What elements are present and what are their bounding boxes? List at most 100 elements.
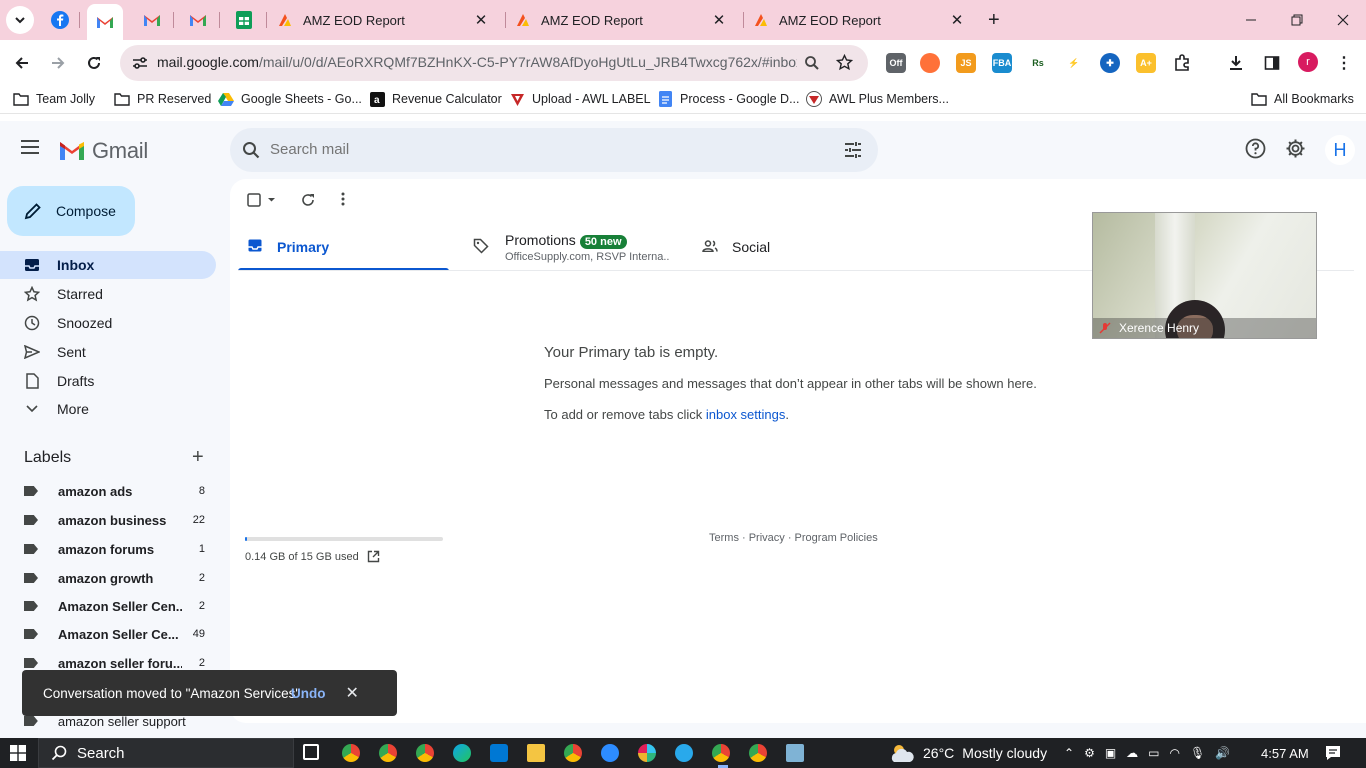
zoom-icon[interactable]	[804, 55, 820, 71]
telegram-icon[interactable]	[675, 744, 693, 762]
file-explorer-icon[interactable]	[527, 744, 545, 762]
extension-globe-icon[interactable]: ✚	[1100, 53, 1120, 73]
nav-drafts[interactable]: Drafts	[0, 367, 216, 395]
close-icon[interactable]: ✕	[949, 11, 965, 29]
close-icon[interactable]: ✕	[473, 11, 489, 29]
chrome-icon[interactable]	[379, 744, 397, 762]
tab-primary[interactable]: Primary	[238, 221, 449, 271]
edge-icon[interactable]	[453, 744, 471, 762]
clock[interactable]: 4:57 AM	[1261, 738, 1309, 768]
create-label-button[interactable]: +	[192, 447, 204, 467]
select-all-checkbox[interactable]	[247, 193, 277, 207]
extension-off-icon[interactable]: Off	[886, 53, 906, 73]
settings-button[interactable]	[1285, 138, 1306, 159]
all-bookmarks[interactable]: All Bookmarks	[1251, 91, 1354, 107]
bookmark-pr-reserved[interactable]: PR Reserved	[114, 91, 211, 107]
account-avatar[interactable]: H	[1325, 135, 1355, 165]
side-panel-icon[interactable]	[1262, 53, 1282, 73]
weather-widget[interactable]: 26°C Mostly cloudy	[888, 738, 1047, 768]
label-item[interactable]: amazon growth 2	[0, 564, 216, 592]
tab-promotions[interactable]: Promotions 50 new OfficeSupply.com, RSVP …	[457, 221, 670, 271]
wifi-icon[interactable]: ◠	[1170, 746, 1180, 760]
bookmark-google-sheets[interactable]: Google Sheets - Go...	[218, 91, 362, 107]
nav-starred[interactable]: Starred	[0, 280, 216, 308]
nav-sent[interactable]: Sent	[0, 338, 216, 366]
reload-button[interactable]	[82, 51, 106, 75]
forward-button[interactable]	[46, 51, 70, 75]
start-button[interactable]	[10, 745, 26, 761]
label-item[interactable]: Amazon Seller Cen... 2	[0, 592, 216, 620]
gmail-logo[interactable]: Gmail	[58, 138, 148, 164]
browser-tab-amz-eod-1[interactable]: AMZ EOD Report ✕	[277, 6, 489, 34]
main-menu-button[interactable]	[21, 140, 39, 154]
extension-scout-icon[interactable]: A+	[1136, 53, 1156, 73]
close-window-button[interactable]	[1320, 0, 1366, 40]
chevron-up-icon[interactable]: ⌃	[1064, 746, 1074, 760]
task-view-icon[interactable]	[303, 744, 319, 760]
volume-icon[interactable]: 🔊	[1215, 746, 1230, 760]
browser-tab-amz-eod-3[interactable]: AMZ EOD Report ✕	[753, 6, 965, 34]
nav-snoozed[interactable]: Snoozed	[0, 309, 216, 337]
onedrive-icon[interactable]: ☁	[1126, 746, 1138, 760]
support-button[interactable]	[1245, 138, 1266, 159]
extension-lock-icon[interactable]: ⚡	[1064, 53, 1084, 73]
notepad-icon[interactable]	[786, 744, 804, 762]
nav-more[interactable]: More	[0, 395, 216, 423]
extensions-puzzle-icon[interactable]	[1172, 53, 1192, 73]
bookmark-awl-plus[interactable]: AWL Plus Members...	[806, 91, 949, 107]
restore-button[interactable]	[1274, 0, 1320, 40]
bookmark-process-google-docs[interactable]: Process - Google D...	[657, 91, 800, 107]
address-bar[interactable]: mail.google.com/mail/u/0/d/AEoRXRQMf7BZH…	[120, 45, 868, 81]
label-item[interactable]: amazon forums 1	[0, 535, 216, 563]
bookmark-team-jolly[interactable]: Team Jolly	[13, 91, 95, 107]
download-icon[interactable]	[1226, 53, 1246, 73]
extension-fba-icon[interactable]: FBA	[992, 53, 1012, 73]
search-input[interactable]	[270, 141, 830, 158]
meet-icon[interactable]: ▣	[1105, 746, 1116, 760]
browser-tab-amz-eod-2[interactable]: AMZ EOD Report ✕	[515, 6, 727, 34]
back-button[interactable]	[10, 51, 34, 75]
site-settings-icon[interactable]	[132, 56, 148, 70]
pinned-tab-facebook[interactable]	[42, 6, 78, 34]
store-icon[interactable]	[490, 744, 508, 762]
refresh-button[interactable]	[301, 193, 315, 207]
footer-links[interactable]: Terms · Privacy · Program Policies	[709, 532, 878, 544]
star-bookmark-icon[interactable]	[836, 54, 853, 71]
browser-menu-icon[interactable]: ⋮	[1334, 53, 1354, 73]
compose-button[interactable]: Compose	[7, 186, 135, 236]
chrome-icon[interactable]	[416, 744, 434, 762]
search-options-icon[interactable]	[844, 141, 862, 159]
chrome-icon[interactable]	[342, 744, 360, 762]
undo-button[interactable]: Undo	[291, 686, 326, 701]
tab-social[interactable]: Social	[692, 221, 903, 271]
video-call-tile[interactable]: Xerence Henry	[1092, 212, 1317, 339]
extension-rs-icon[interactable]: Rs	[1028, 53, 1048, 73]
pinned-tab-gmail[interactable]	[134, 6, 170, 34]
pinned-tab-gmail-active[interactable]	[87, 4, 123, 40]
bookmark-revenue-calculator[interactable]: a Revenue Calculator	[369, 91, 502, 107]
profile-avatar[interactable]: r	[1298, 52, 1318, 72]
slack-icon[interactable]	[638, 744, 656, 762]
search-bar[interactable]	[230, 128, 878, 172]
label-item[interactable]: amazon business 22	[0, 506, 216, 534]
nav-inbox[interactable]: Inbox	[0, 251, 216, 279]
minimize-button[interactable]	[1228, 0, 1274, 40]
label-item[interactable]: Amazon Seller Ce... 49	[0, 620, 216, 648]
search-icon[interactable]	[242, 141, 260, 159]
close-icon[interactable]: ✕	[346, 683, 359, 703]
tab-search-button[interactable]	[6, 6, 34, 34]
extension-js-icon[interactable]: JS	[956, 53, 976, 73]
new-tab-button[interactable]: +	[988, 10, 1000, 30]
label-item[interactable]: amazon ads 8	[0, 477, 216, 505]
taskbar-search[interactable]: Search	[38, 738, 294, 768]
inbox-settings-link[interactable]: inbox settings	[706, 407, 786, 422]
more-options-button[interactable]	[341, 192, 345, 206]
bookmark-upload-awl-label[interactable]: Upload - AWL LABEL	[509, 91, 651, 107]
open-external-icon[interactable]	[367, 550, 380, 563]
pinned-tab-gmail-2[interactable]	[180, 6, 216, 34]
chrome-icon[interactable]	[564, 744, 582, 762]
battery-icon[interactable]: ▭	[1148, 746, 1159, 760]
chrome-icon[interactable]	[749, 744, 767, 762]
chrome-icon-active[interactable]	[712, 744, 730, 762]
network-device-icon[interactable]: ⚙	[1084, 746, 1095, 760]
